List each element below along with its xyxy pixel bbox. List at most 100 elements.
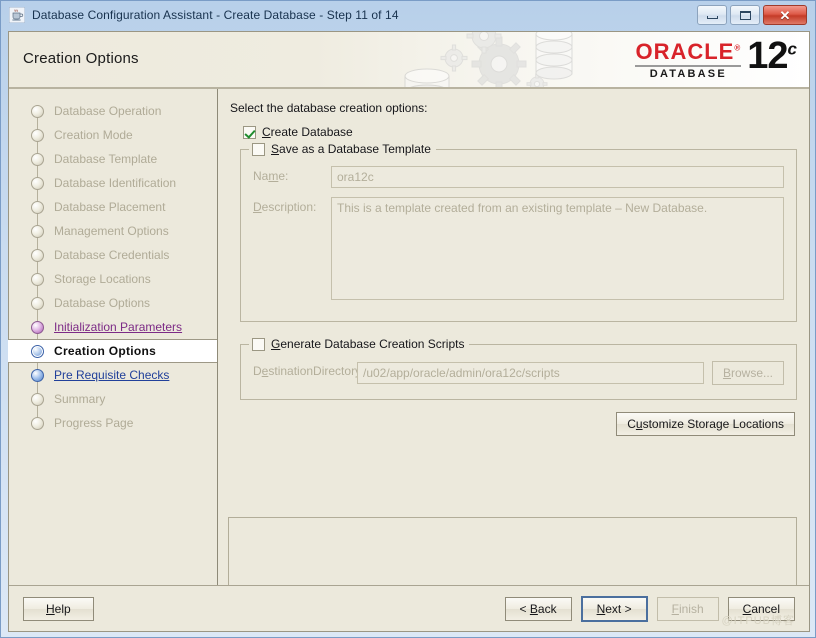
sidebar-item-creation-options[interactable]: Creation Options xyxy=(8,339,217,363)
step-label: Database Identification xyxy=(54,176,177,190)
step-bullet-icon xyxy=(31,224,44,238)
footer-bar: Help < Back Next > Finish Cancel @ITPUB博… xyxy=(9,585,809,631)
oracle-version: 12c xyxy=(747,35,797,77)
step-label: Database Credentials xyxy=(54,248,170,262)
template-name-row: Name: ora12c xyxy=(253,166,784,188)
sidebar-item-database-credentials: Database Credentials xyxy=(9,243,217,267)
customize-storage-locations-button[interactable]: Customize Storage Locations xyxy=(616,412,795,436)
finish-button[interactable]: Finish xyxy=(656,596,719,621)
destination-directory-label: DestinationDirectory: xyxy=(253,364,365,378)
template-name-input[interactable]: ora12c xyxy=(331,166,784,188)
step-bullet-icon xyxy=(31,296,44,310)
steps-list: Database Operation Creation Mode Databas… xyxy=(8,99,217,435)
step-bullet-icon xyxy=(31,248,44,262)
customize-storage-row: Customize Storage Locations xyxy=(228,412,797,436)
sidebar-item-management-options: Management Options xyxy=(9,219,217,243)
browse-button[interactable]: Browse... xyxy=(711,361,784,385)
minimize-icon xyxy=(706,16,718,19)
step-bullet-icon xyxy=(31,272,44,286)
footer-right-group: < Back Next > Finish Cancel xyxy=(504,595,795,622)
minimize-button[interactable] xyxy=(697,5,727,25)
step-bullet-icon xyxy=(31,200,44,214)
template-name-label: Name: xyxy=(253,169,289,183)
create-database-label: Create Database xyxy=(262,125,353,139)
oracle-wordmark: ORACLE® DATABASE xyxy=(635,39,742,81)
step-label: Creation Options xyxy=(54,344,157,358)
template-description-row: Description: This is a template created … xyxy=(253,197,784,300)
sidebar-item-database-template: Database Template xyxy=(9,147,217,171)
next-button[interactable]: Next > xyxy=(580,595,648,622)
registered-trademark-icon: ® xyxy=(734,43,742,53)
step-label: Database Placement xyxy=(54,200,166,214)
sidebar-item-summary: Summary xyxy=(9,387,217,411)
destination-directory-row: DestinationDirectory: /u02/app/oracle/ad… xyxy=(253,361,784,385)
page-title: Creation Options xyxy=(23,50,139,67)
sidebar-item-database-operation: Database Operation xyxy=(9,99,217,123)
destination-directory-controls: /u02/app/oracle/admin/ora12c/scripts Bro… xyxy=(357,361,784,385)
step-bullet-icon xyxy=(31,104,44,118)
generate-scripts-group: Generate Database Creation Scripts Desti… xyxy=(240,337,797,400)
title-bar: Database Configuration Assistant - Creat… xyxy=(1,1,815,29)
destination-directory-input[interactable]: /u02/app/oracle/admin/ora12c/scripts xyxy=(357,362,704,384)
step-label: Storage Locations xyxy=(54,272,151,286)
save-template-checkbox[interactable] xyxy=(252,142,265,156)
close-button[interactable]: ✕ xyxy=(763,5,807,25)
gears-and-database-artwork-icon xyxy=(379,32,594,87)
generate-scripts-label: Generate Database Creation Scripts xyxy=(271,337,465,351)
save-template-group: Save as a Database Template Name: ora12c… xyxy=(240,142,797,322)
instruction-text: Select the database creation options: xyxy=(230,101,428,115)
create-database-checkbox[interactable] xyxy=(243,125,256,139)
maximize-button[interactable] xyxy=(730,5,760,25)
header-banner: Creation Options ORACLE® DATABASE 12c xyxy=(9,32,809,89)
maximize-icon xyxy=(739,10,751,20)
step-bullet-icon xyxy=(31,392,44,406)
logo-divider xyxy=(635,65,742,67)
sidebar-item-database-options: Database Options xyxy=(9,291,217,315)
save-template-legend[interactable]: Save as a Database Template xyxy=(249,142,436,156)
footer-left-group: Help xyxy=(23,596,94,621)
close-icon: ✕ xyxy=(779,7,791,23)
java-coffee-cup-icon xyxy=(9,7,25,23)
sidebar-item-progress-page: Progress Page xyxy=(9,411,217,435)
generate-scripts-checkbox[interactable] xyxy=(252,337,265,351)
step-bullet-icon xyxy=(31,320,44,334)
back-button[interactable]: < Back xyxy=(504,596,572,621)
oracle-product-text: DATABASE xyxy=(649,68,727,80)
cancel-button[interactable]: Cancel xyxy=(727,596,795,621)
sidebar-item-database-identification: Database Identification xyxy=(9,171,217,195)
dialog-panel: Creation Options ORACLE® DATABASE 12c Da… xyxy=(8,31,810,632)
help-button[interactable]: Help xyxy=(23,596,94,621)
step-label: Management Options xyxy=(54,224,169,238)
message-panel xyxy=(228,517,797,587)
sidebar-item-creation-mode: Creation Mode xyxy=(9,123,217,147)
save-template-label: Save as a Database Template xyxy=(271,142,431,156)
step-bullet-icon xyxy=(31,416,44,430)
window-controls: ✕ xyxy=(697,5,807,25)
sidebar-item-database-placement: Database Placement xyxy=(9,195,217,219)
sidebar-item-initialization-parameters[interactable]: Initialization Parameters xyxy=(9,315,217,339)
template-description-label: Description: xyxy=(253,200,317,214)
application-window: Database Configuration Assistant - Creat… xyxy=(0,0,816,638)
sidebar-item-pre-requisite-checks[interactable]: Pre Requisite Checks xyxy=(9,363,217,387)
content-pane: Select the database creation options: Cr… xyxy=(218,89,809,587)
step-label: Database Template xyxy=(54,152,158,166)
main-area: Database Operation Creation Mode Databas… xyxy=(8,89,809,587)
step-label: Database Options xyxy=(54,296,151,310)
step-bullet-icon xyxy=(31,128,44,142)
step-bullet-icon xyxy=(31,176,44,190)
oracle-brand-text: ORACLE® xyxy=(635,39,742,64)
generate-scripts-legend[interactable]: Generate Database Creation Scripts xyxy=(249,337,470,351)
sidebar-item-storage-locations: Storage Locations xyxy=(9,267,217,291)
step-label: Progress Page xyxy=(54,416,134,430)
create-database-checkbox-row[interactable]: Create Database xyxy=(243,125,797,139)
oracle-version-suffix: c xyxy=(787,39,797,59)
template-description-textarea[interactable]: This is a template created from an exist… xyxy=(331,197,784,300)
step-label: Creation Mode xyxy=(54,128,133,142)
step-bullet-icon xyxy=(31,344,44,358)
wizard-steps-sidebar: Database Operation Creation Mode Databas… xyxy=(8,89,218,585)
step-label: Initialization Parameters xyxy=(54,320,183,334)
step-label: Summary xyxy=(54,392,106,406)
step-bullet-icon xyxy=(31,368,44,382)
oracle-logo: ORACLE® DATABASE 12c xyxy=(635,35,797,81)
window-title: Database Configuration Assistant - Creat… xyxy=(32,8,399,22)
